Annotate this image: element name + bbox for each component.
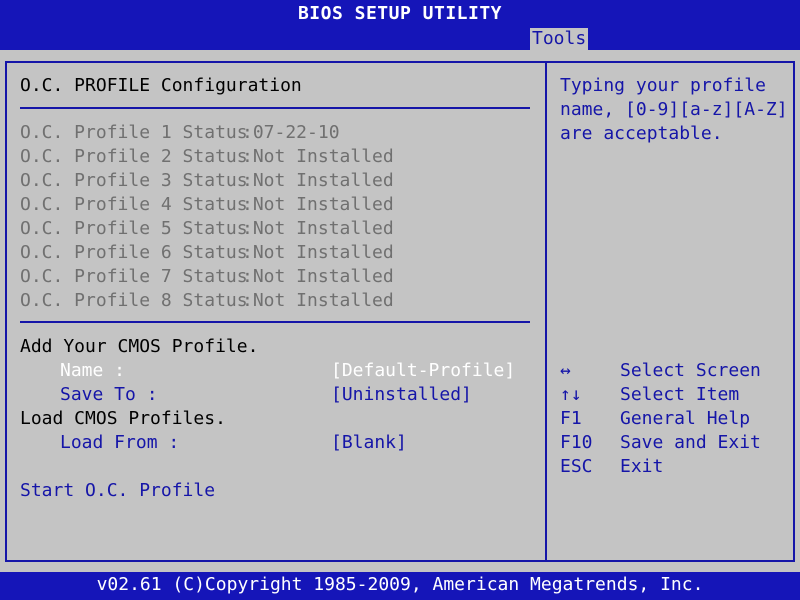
profile-status-value: :Not Installed: [242, 194, 394, 215]
profile-name-item[interactable]: Name : [Default-Profile]: [20, 359, 540, 383]
save-to-value[interactable]: [Uninstalled]: [331, 383, 472, 407]
load-from-value[interactable]: [Blank]: [331, 431, 407, 455]
profile-status-value: :Not Installed: [242, 146, 394, 167]
profile-status-label: O.C. Profile 4 Status: [20, 194, 248, 215]
profile-status-value: :Not Installed: [242, 170, 394, 191]
profile-status-value: :Not Installed: [242, 218, 394, 239]
profile-status-row: O.C. Profile 6 Status:Not Installed: [20, 241, 394, 265]
profile-status-label: O.C. Profile 1 Status: [20, 122, 248, 143]
load-profiles-heading-row: Load CMOS Profiles.: [20, 407, 540, 431]
key-desc: Select Screen: [620, 360, 761, 381]
profile-status-label: O.C. Profile 7 Status: [20, 266, 248, 287]
profile-name-label: Name :: [60, 360, 126, 381]
copyright-text: v02.61 (C)Copyright 1985-2009, American …: [96, 574, 704, 595]
profile-status-label: O.C. Profile 5 Status: [20, 218, 248, 239]
bios-title: BIOS SETUP UTILITY: [297, 3, 503, 24]
help-text: Typing your profile name, [0-9][a-z][A-Z…: [560, 75, 788, 144]
load-from-label: Load From :: [60, 432, 180, 453]
arrows-vertical-icon: ↑↓: [560, 384, 582, 405]
profile-status-row: O.C. Profile 8 Status:Not Installed: [20, 289, 394, 313]
divider-middle: [20, 321, 530, 323]
key-desc: Save and Exit: [620, 432, 761, 453]
key-legend-row: F1 General Help: [560, 407, 785, 431]
key-legend-row: F10 Save and Exit: [560, 431, 785, 455]
bios-title-bar: BIOS SETUP UTILITY: [0, 0, 800, 28]
profile-status-value: :Not Installed: [242, 290, 394, 311]
profile-status-label: O.C. Profile 6 Status: [20, 242, 248, 263]
key-f1: F1: [560, 408, 582, 429]
key-legend-row: ESC Exit: [560, 455, 785, 479]
profile-name-value[interactable]: [Default-Profile]: [331, 359, 515, 383]
start-profile-item[interactable]: Start O.C. Profile: [20, 479, 540, 503]
start-oc-profile[interactable]: Start O.C. Profile: [20, 479, 215, 503]
profile-status-label: O.C. Profile 8 Status: [20, 290, 248, 311]
arrows-horizontal-icon: ↔: [560, 360, 571, 381]
tab-tools[interactable]: Tools: [530, 28, 589, 50]
profile-status-row: O.C. Profile 5 Status:Not Installed: [20, 217, 394, 241]
profile-status-row: O.C. Profile 3 Status:Not Installed: [20, 169, 394, 193]
key-legend-row: ↑↓ Select Item: [560, 383, 785, 407]
divider-top: [20, 107, 530, 109]
save-to-item[interactable]: Save To : [Uninstalled]: [20, 383, 540, 407]
profile-actions: Add Your CMOS Profile. Name : [Default-P…: [20, 335, 540, 503]
copyright-footer: v02.61 (C)Copyright 1985-2009, American …: [0, 572, 800, 600]
load-from-item[interactable]: Load From : [Blank]: [20, 431, 540, 455]
key-legend: ↔ Select Screen ↑↓ Select Item F1 Genera…: [560, 359, 785, 479]
key-esc: ESC: [560, 456, 593, 477]
profile-status-label: O.C. Profile 3 Status: [20, 170, 248, 191]
profile-status-value: :Not Installed: [242, 242, 394, 263]
profile-status-list: O.C. Profile 1 Status:07-22-10 O.C. Prof…: [20, 121, 394, 313]
profile-status-row: O.C. Profile 2 Status:Not Installed: [20, 145, 394, 169]
key-desc: Select Item: [620, 384, 740, 405]
key-desc: Exit: [620, 456, 664, 477]
main-panel: O.C. PROFILE Configuration O.C. Profile …: [0, 50, 800, 572]
profile-status-value: :07-22-10: [242, 122, 340, 143]
tab-bar: Tools: [0, 28, 800, 50]
profile-status-row: O.C. Profile 4 Status:Not Installed: [20, 193, 394, 217]
section-title: O.C. PROFILE Configuration: [20, 75, 302, 96]
key-desc: General Help: [620, 408, 751, 429]
load-profiles-heading: Load CMOS Profiles.: [20, 408, 226, 429]
profile-status-label: O.C. Profile 2 Status: [20, 146, 248, 167]
add-profile-heading: Add Your CMOS Profile.: [20, 336, 259, 357]
profile-status-value: :Not Installed: [242, 266, 394, 287]
key-legend-row: ↔ Select Screen: [560, 359, 785, 383]
profile-status-row: O.C. Profile 1 Status:07-22-10: [20, 121, 394, 145]
save-to-label: Save To :: [60, 384, 158, 405]
profile-status-row: O.C. Profile 7 Status:Not Installed: [20, 265, 394, 289]
spacer-row: [20, 455, 540, 479]
add-profile-heading-row: Add Your CMOS Profile.: [20, 335, 540, 359]
key-f10: F10: [560, 432, 593, 453]
